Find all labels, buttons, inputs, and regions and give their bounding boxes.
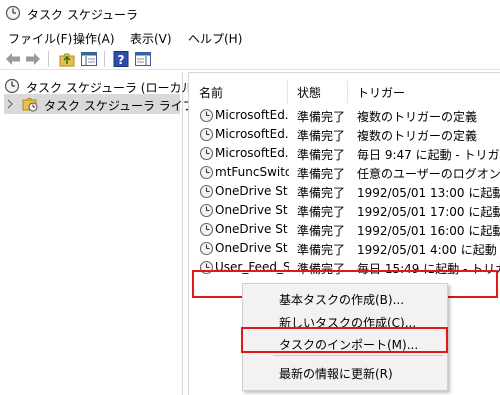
tree-pane: タスク スケジューラ (ローカル) タスク スケジューラ ライブラリ [0, 72, 219, 395]
back-arrow-icon[interactable] [4, 50, 22, 68]
task-trigger: 1992/05/01 16:00 に起動 - トリ [357, 224, 500, 238]
task-trigger: 任意のユーザーのログオン時 [357, 167, 500, 181]
column-divider[interactable] [287, 81, 288, 103]
window-title: タスク スケジューラ [27, 8, 138, 22]
clock-icon [199, 203, 214, 218]
task-status: 準備完了 [297, 205, 346, 219]
clock-icon [199, 146, 214, 161]
menu-action[interactable]: 操作(A) [71, 30, 117, 47]
task-name: OneDrive St... [215, 241, 289, 255]
clock-icon [199, 241, 214, 256]
help-icon[interactable]: ? [112, 50, 130, 68]
task-status: 準備完了 [297, 129, 346, 143]
up-folder-icon[interactable] [58, 50, 76, 68]
toolbar-separator [104, 51, 105, 67]
clock-icon [199, 222, 214, 237]
menu-bar: ファイル(F) 操作(A) 表示(V) ヘルプ(H) [0, 28, 500, 48]
menu-view[interactable]: 表示(V) [128, 30, 174, 47]
ctx-refresh[interactable]: 最新の情報に更新(R) [279, 365, 393, 382]
svg-text:?: ? [118, 53, 125, 67]
task-trigger: 1992/05/01 4:00 に起動 - トリ [357, 243, 500, 257]
column-header-name[interactable]: 名前 [199, 84, 223, 101]
clock-icon [4, 78, 20, 94]
task-status: 準備完了 [297, 110, 346, 124]
column-header-status[interactable]: 状態 [297, 84, 321, 101]
task-status: 準備完了 [297, 148, 346, 162]
task-name: MicrosoftEd... [215, 127, 289, 141]
forward-arrow-icon[interactable] [24, 50, 42, 68]
task-trigger: 複数のトリガーの定義 [357, 129, 478, 143]
table-row[interactable]: OneDrive St... 準備完了 1992/05/01 13:00 に起動 -… [189, 182, 500, 201]
task-status: 準備完了 [297, 186, 346, 200]
task-name: OneDrive St... [215, 203, 289, 217]
table-row[interactable]: OneDrive St... 準備完了 1992/05/01 17:00 に起動 -… [189, 201, 500, 220]
column-header-trigger[interactable]: トリガー [357, 84, 405, 101]
task-trigger: 1992/05/01 17:00 に起動 - トリ [357, 205, 500, 219]
clock-icon [199, 184, 214, 199]
task-name: mtFuncSwitch [215, 165, 289, 179]
task-status: 準備完了 [297, 167, 346, 181]
menu-separator [273, 355, 443, 356]
table-row[interactable]: OneDrive St... 準備完了 1992/05/01 4:00 に起動 - … [189, 239, 500, 258]
clock-icon [199, 165, 214, 180]
task-name: OneDrive St... [215, 184, 289, 198]
task-trigger: 複数のトリガーの定義 [357, 110, 478, 124]
ctx-create-basic-task[interactable]: 基本タスクの作成(B)... [279, 291, 404, 308]
show-hide-tree-icon[interactable] [80, 50, 98, 68]
title-bar: タスク スケジューラ [0, 0, 500, 28]
task-status: 準備完了 [297, 224, 346, 238]
task-status: 準備完了 [297, 243, 346, 257]
task-name: MicrosoftEd... [215, 146, 289, 160]
toolbar: ? [0, 48, 500, 70]
show-action-pane-icon[interactable] [134, 50, 152, 68]
table-row[interactable]: MicrosoftEd... 準備完了 複数のトリガーの定義 [189, 106, 500, 125]
menu-file[interactable]: ファイル(F) [6, 30, 74, 47]
column-divider[interactable] [347, 81, 348, 103]
clock-icon [5, 5, 21, 21]
clock-icon [199, 108, 214, 123]
task-name: OneDrive St... [215, 222, 289, 236]
table-row[interactable]: MicrosoftEd... 準備完了毎日 9:47 に起動 - トリガーされ [189, 144, 500, 163]
clock-icon [199, 127, 214, 142]
task-trigger: 毎日 9:47 に起動 - トリガーされ [357, 148, 500, 162]
table-row[interactable]: MicrosoftEd... 準備完了 複数のトリガーの定義 [189, 125, 500, 144]
toolbar-separator [48, 51, 49, 67]
task-trigger: 1992/05/01 13:00 に起動 - トリ [357, 186, 500, 200]
table-header: 名前 状態 トリガー [189, 81, 500, 103]
folder-clock-icon [22, 98, 38, 112]
menu-help[interactable]: ヘルプ(H) [186, 30, 244, 47]
table-row[interactable]: mtFuncSwitch 準備完了任意のユーザーのログオン時 [189, 163, 500, 182]
highlight-import-task [241, 327, 448, 353]
chevron-right-icon[interactable] [6, 99, 14, 109]
tree-item-local[interactable]: タスク スケジューラ (ローカル) [4, 76, 198, 96]
table-row[interactable]: OneDrive St... 準備完了 1992/05/01 16:00 に起動 -… [189, 220, 500, 239]
task-name: MicrosoftEd... [215, 108, 289, 122]
tree-item-library[interactable]: タスク スケジューラ ライブラリ [4, 94, 219, 114]
